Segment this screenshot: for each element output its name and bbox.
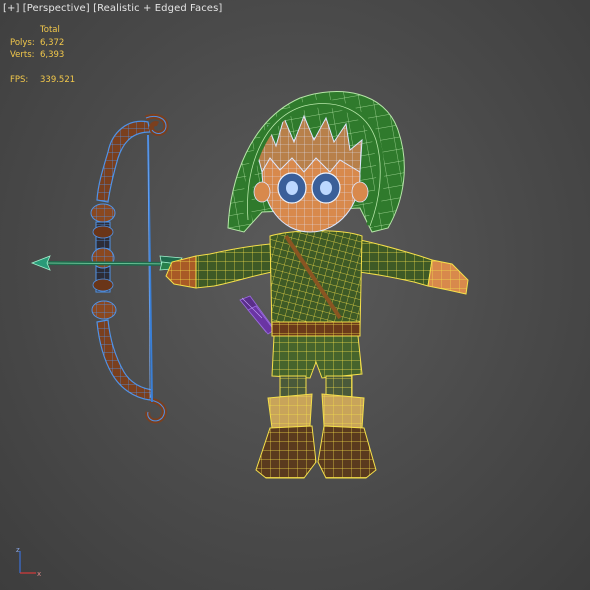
polys-label: Polys: <box>10 37 35 48</box>
quiver-model[interactable] <box>239 295 275 335</box>
archer-character[interactable] <box>165 91 469 479</box>
stats-header: Total <box>40 25 60 35</box>
perspective-viewport[interactable]: [+] [Perspective] [Realistic + Edged Fac… <box>0 0 590 590</box>
fps-value: 339.521 <box>40 75 76 85</box>
polys-value: 6,372 <box>40 37 65 48</box>
bow-model[interactable] <box>90 113 169 424</box>
x-axis-label: x <box>37 570 41 577</box>
verts-value: 6,393 <box>40 50 65 60</box>
viewport-menu-plus[interactable]: [+] <box>3 3 19 14</box>
viewport-point-of-view-menu[interactable]: [Perspective] <box>23 3 90 14</box>
fps-label: FPS: <box>10 75 29 85</box>
viewport-label: [+] [Perspective] [Realistic + Edged Fac… <box>3 3 222 14</box>
z-axis-label: z <box>16 546 20 554</box>
scene-canvas[interactable] <box>0 0 590 590</box>
statistics-overlay: Total Polys: 6,372 Verts: 6,393 FPS: 339… <box>10 24 90 87</box>
verts-label: Verts: <box>10 50 35 60</box>
viewport-shading-menu[interactable]: [Realistic + Edged Faces] <box>93 3 222 14</box>
axis-tripod-gizmo: z x <box>16 546 41 577</box>
